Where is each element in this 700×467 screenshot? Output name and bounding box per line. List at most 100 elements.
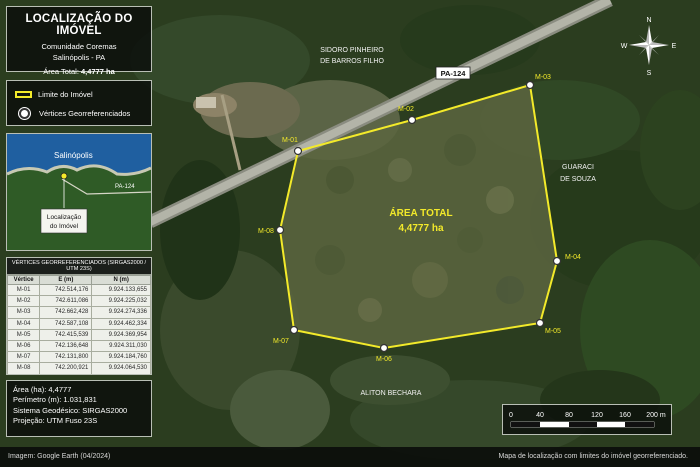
vertex-label-m06: M-06 bbox=[376, 356, 392, 363]
table-row: M-01 742.514,176 9.924.133,655 bbox=[7, 283, 151, 297]
compass-n: N bbox=[646, 17, 651, 24]
total-area-value: 4,4777 ha bbox=[81, 67, 115, 76]
inset-city-label: Salinópolis bbox=[54, 151, 93, 160]
vertex-m04 bbox=[552, 256, 562, 266]
scale-tick-80: 80 bbox=[565, 412, 573, 419]
info-perimeter: Perímetro (m): 1.031,831 bbox=[13, 395, 97, 405]
cell-vertex: M-06 bbox=[7, 339, 41, 353]
cell-vertex: M-07 bbox=[7, 351, 41, 364]
inset-location-line1: Localização bbox=[47, 214, 82, 221]
table-row: M-05 742.415,539 9.924.369,954 bbox=[7, 328, 151, 341]
cell-e: 742.200,921 bbox=[39, 362, 93, 374]
cell-n: 9.924.064,530 bbox=[91, 362, 151, 374]
scale-tick-120: 120 bbox=[591, 412, 603, 419]
table-header-row: Vértice E (m) N (m) bbox=[7, 275, 151, 285]
vertex-label-m03: M-03 bbox=[535, 74, 551, 81]
image-source: Imagem: Google Earth (04/2024) bbox=[8, 453, 111, 460]
info-projection: Projeção: UTM Fuso 23S bbox=[13, 415, 98, 425]
table-row: M-07 742.131,800 9.924.184,760 bbox=[7, 351, 151, 364]
area-title: ÁREA TOTAL bbox=[389, 206, 452, 219]
neighbor-north-line2: DE BARROS FILHO bbox=[320, 58, 384, 65]
community-name: Comunidade Coremas bbox=[41, 42, 117, 51]
scale-tick-160: 160 bbox=[619, 412, 631, 419]
legend-panel: Limite do Imóvel Vértices Georreferencia… bbox=[6, 80, 152, 126]
table-title: VÉRTICES GEORREFERENCIADOS (SIRGAS2000 /… bbox=[7, 258, 151, 275]
scale-tick-200: 200 m bbox=[646, 412, 666, 419]
vertex-label-m05: M-05 bbox=[545, 328, 561, 335]
total-area: Área Total: 4,4777 ha bbox=[7, 67, 151, 76]
inset-road-label: PA-124 bbox=[115, 184, 135, 190]
vertices-table-panel: VÉRTICES GEORREFERENCIADOS (SIRGAS2000 /… bbox=[6, 257, 152, 375]
vertex-label-m08: M-08 bbox=[258, 228, 274, 235]
inset-map-panel: Salinópolis PA-124 Localização do Imóvel bbox=[6, 133, 152, 251]
vertex-m02 bbox=[407, 115, 417, 125]
cell-e: 742.587,108 bbox=[39, 317, 93, 330]
neighbor-east-line2: DE SOUZA bbox=[560, 176, 596, 183]
cell-e: 742.415,539 bbox=[39, 328, 93, 341]
cell-vertex: M-02 bbox=[7, 295, 41, 308]
col-n: N (m) bbox=[91, 275, 151, 285]
legend-boundary: Limite do Imóvel bbox=[15, 90, 93, 99]
table-row: M-02 742.611,086 9.924.225,032 bbox=[7, 295, 151, 308]
table-row: M-03 742.662,428 9.924.274,336 bbox=[7, 306, 151, 319]
cell-e: 742.611,086 bbox=[39, 295, 93, 308]
scale-bar-panel: 0 40 80 120 160 200 m bbox=[502, 404, 672, 435]
cell-n: 9.924.462,334 bbox=[91, 317, 151, 330]
vertex-m08 bbox=[275, 225, 285, 235]
cell-n: 9.924.274,336 bbox=[91, 306, 151, 319]
map-title: LOCALIZAÇÃO DO IMÓVEL bbox=[25, 13, 133, 37]
title-panel: LOCALIZAÇÃO DO IMÓVEL Comunidade Coremas… bbox=[6, 6, 152, 76]
vertex-m01 bbox=[293, 146, 303, 156]
scale-bar: 0 40 80 120 160 200 m bbox=[509, 412, 666, 428]
cell-e: 742.136,648 bbox=[39, 339, 93, 353]
scale-seg-5 bbox=[625, 422, 654, 427]
vertex-label-m07: M-07 bbox=[273, 338, 289, 345]
map-layout: M-01 M-02 M-03 M-04 M-05 M-06 M-07 M-08 … bbox=[0, 0, 700, 467]
footer-bar: Imagem: Google Earth (04/2024) Mapa de l… bbox=[0, 447, 700, 467]
info-geodetic: Sistema Geodésico: SIRGAS2000 bbox=[13, 405, 128, 415]
inset-location-line2: do Imóvel bbox=[50, 223, 79, 230]
compass-s: S bbox=[647, 70, 652, 77]
total-area-label: Área Total: bbox=[43, 67, 79, 76]
vertex-m06 bbox=[379, 343, 389, 353]
compass-e: E bbox=[672, 43, 677, 50]
cell-vertex: M-03 bbox=[7, 306, 41, 319]
vertex-m03 bbox=[525, 80, 535, 90]
cell-n: 9.924.311,030 bbox=[91, 339, 151, 353]
cell-vertex: M-08 bbox=[7, 362, 41, 374]
info-area: Área (ha): 4,4777 bbox=[13, 385, 72, 394]
compass-w: W bbox=[621, 43, 628, 50]
vertex-m05 bbox=[535, 318, 545, 328]
table-row: M-04 742.587,108 9.924.462,334 bbox=[7, 317, 151, 330]
map-caption: Mapa de localização com limites do imóve… bbox=[498, 453, 688, 460]
legend-boundary-label: Limite do Imóvel bbox=[38, 90, 93, 99]
road-label: PA-124 bbox=[441, 69, 467, 78]
neighbor-north-line1: SIDORO PINHEIRO bbox=[320, 47, 384, 54]
col-e: E (m) bbox=[39, 275, 93, 285]
scale-seg-3 bbox=[569, 422, 597, 427]
cell-vertex: M-04 bbox=[7, 317, 41, 330]
legend-vertices: Vértices Georreferenciados bbox=[15, 108, 130, 119]
neighbor-south: ALITON BECHARA bbox=[361, 390, 422, 397]
scale-tick-40: 40 bbox=[536, 412, 544, 419]
inset-land bbox=[7, 165, 151, 250]
cell-n: 9.924.225,032 bbox=[91, 295, 151, 308]
area-value: 4,4777 ha bbox=[398, 223, 443, 234]
col-vertex: Vértice bbox=[7, 275, 41, 285]
inset-map: Salinópolis PA-124 Localização do Imóvel bbox=[7, 134, 151, 250]
scale-tick-0: 0 bbox=[509, 412, 513, 419]
cell-vertex: M-05 bbox=[7, 328, 41, 341]
cell-e: 742.131,800 bbox=[39, 351, 93, 364]
table-body: M-01 742.514,176 9.924.133,655 M-02 742.611… bbox=[7, 283, 151, 374]
cell-n: 9.924.184,760 bbox=[91, 351, 151, 364]
vertices-table: Vértice E (m) N (m) M-01 742.514,176 9.924… bbox=[7, 275, 151, 374]
boundary-swatch bbox=[15, 91, 32, 98]
cell-n: 9.924.133,655 bbox=[91, 283, 151, 297]
cell-n: 9.924.369,954 bbox=[91, 328, 151, 341]
legend-vertices-label: Vértices Georreferenciados bbox=[39, 109, 131, 118]
scale-seg-1 bbox=[511, 422, 540, 427]
city-name: Salinópolis - PA bbox=[52, 53, 106, 62]
cell-vertex: M-01 bbox=[7, 283, 41, 297]
scale-ticks: 0 40 80 120 160 200 m bbox=[509, 412, 666, 419]
info-panel: Área (ha): 4,4777 Perímetro (m): 1.031,8… bbox=[6, 380, 152, 437]
